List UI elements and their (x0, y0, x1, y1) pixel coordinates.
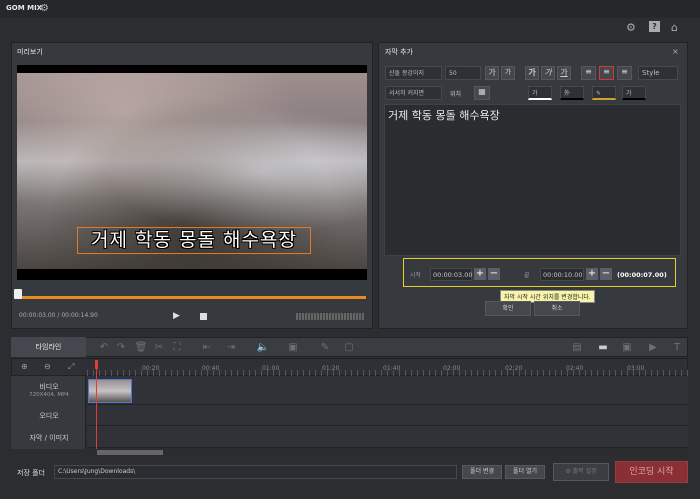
play-icon[interactable]: ▶ (173, 311, 180, 321)
start-time-input[interactable]: 00:00:03.00 (430, 268, 473, 281)
tab-timeline[interactable]: 타임라인 (11, 337, 86, 357)
underline-button[interactable]: 가 (557, 66, 571, 80)
subtitle-add-icon[interactable]: T (670, 342, 684, 354)
ruler-label: 03:00 (627, 365, 645, 372)
video-clip[interactable] (88, 379, 132, 403)
ruler-label: 02:00 (443, 365, 461, 372)
audio-lane[interactable] (87, 405, 688, 426)
stop-icon[interactable] (200, 313, 207, 320)
edit-icon[interactable]: ✎ (318, 342, 332, 354)
ruler-label: 01:20 (322, 365, 340, 372)
volume-slider[interactable] (296, 313, 364, 320)
video-lane[interactable] (87, 376, 688, 405)
crop-icon[interactable]: ⛶ (170, 342, 184, 354)
duration-display: (00:00:07.00) (617, 271, 667, 279)
outline-color-select[interactable]: 外 (560, 86, 584, 100)
folder-add-icon[interactable]: ▤ (570, 342, 584, 354)
change-folder-button[interactable]: 폴더 변경 (462, 465, 502, 479)
redo-icon[interactable]: ↷ (114, 342, 128, 354)
seek-knob[interactable] (14, 289, 22, 299)
split-left-icon[interactable]: ⇤ (200, 342, 214, 354)
style-select[interactable]: Style (638, 66, 678, 80)
playhead-handle[interactable] (95, 360, 98, 369)
ruler-label: 01:40 (383, 365, 401, 372)
track-audio-label: 오디오 (39, 412, 59, 420)
subtitle-overlay[interactable]: 거제 학동 몽돌 해수욕장 (77, 227, 311, 254)
subtitle-text: 거제 학동 몽돌 해수욕장 (388, 109, 500, 122)
video-add-icon[interactable]: ▶ (646, 342, 660, 354)
track-subtitle-label: 자막 / 이미지 (29, 434, 69, 442)
open-folder-button[interactable]: 폴더 열기 (505, 465, 545, 479)
title-bar (0, 0, 700, 18)
highlight-color-select[interactable]: ✎ (592, 86, 616, 100)
ruler-label: 00:20 (142, 365, 160, 372)
end-minus-button[interactable]: − (600, 268, 612, 280)
output-settings-button[interactable]: ⚙ 출력 설정 (553, 463, 609, 481)
app-logo: GOM MIX (6, 4, 43, 12)
text-color-select[interactable]: 가 (528, 86, 552, 100)
cancel-button[interactable]: 취소 (534, 301, 580, 316)
subtitle-lane[interactable] (87, 426, 688, 448)
subtitle-panel-title: 자막 추가 (385, 48, 413, 56)
home-icon[interactable]: ⌂ (671, 21, 678, 35)
folder-open-icon[interactable]: ▬ (596, 342, 610, 354)
align-left-button[interactable]: ≡ (581, 66, 596, 80)
delete-icon[interactable]: 🗑 (134, 342, 148, 354)
italic-button[interactable]: 가 (541, 66, 555, 80)
image-icon[interactable]: ▣ (286, 342, 300, 354)
end-time-input[interactable]: 00:00:10.00 (540, 268, 584, 281)
preview-title: 미리보기 (17, 48, 43, 56)
end-plus-button[interactable]: + (586, 268, 598, 280)
position-label: 위치 (450, 91, 462, 98)
time-display: 00:00:03.00 / 00:00:14.90 (19, 312, 98, 319)
position-grid-icon[interactable]: ▦ (474, 86, 490, 100)
close-icon[interactable]: × (672, 47, 679, 56)
seek-progress (17, 296, 366, 299)
undo-icon[interactable]: ↶ (97, 342, 111, 354)
split-right-icon[interactable]: ⇥ (224, 342, 238, 354)
font-shrink-button[interactable]: 가 (501, 66, 515, 80)
ruler-label: 02:20 (505, 365, 523, 372)
subtitle-text-area[interactable]: 거제 학동 몽돌 해수욕장 (384, 104, 681, 256)
output-settings-gear-icon: ⚙ (565, 468, 573, 475)
shadow-color-select[interactable]: 가 (622, 86, 646, 100)
settings-gear-icon[interactable]: ⚙ (40, 3, 49, 14)
zoom-out-icon[interactable]: ⊖ (44, 362, 51, 371)
end-label: 끝 (524, 272, 530, 279)
video-preview[interactable]: 거제 학동 몽돌 해수욕장 (17, 65, 367, 280)
align-center-button[interactable]: ≡ (599, 66, 614, 80)
save-icon[interactable]: ▣ (620, 342, 634, 354)
font-grow-button[interactable]: 가 (485, 66, 499, 80)
confirm-button[interactable]: 확인 (485, 301, 531, 316)
cut-icon[interactable]: ✂ (152, 342, 166, 354)
mute-icon[interactable]: 🔈 (256, 342, 270, 354)
align-right-button[interactable]: ≡ (617, 66, 632, 80)
start-label: 시작 (410, 272, 422, 279)
timeline-scrollbar[interactable] (87, 449, 688, 456)
frame-icon[interactable]: ▢ (342, 342, 356, 354)
video-frame: 거제 학동 몽돌 해수욕장 (17, 73, 367, 269)
start-minus-button[interactable]: − (488, 268, 500, 280)
output-settings-label: 출력 설정 (572, 468, 597, 475)
font-size-select[interactable]: 50 (445, 66, 481, 80)
effect-select[interactable]: 서서히 커지면 (385, 86, 442, 100)
fit-icon[interactable]: ⤢ (68, 362, 74, 372)
ruler-label: 00:40 (202, 365, 220, 372)
timeline-scroll-thumb[interactable] (97, 450, 163, 455)
settings-icon[interactable]: ⚙ (626, 21, 636, 35)
zoom-in-icon[interactable]: ⊕ (21, 362, 28, 371)
ruler-label: 02:40 (566, 365, 584, 372)
start-plus-button[interactable]: + (474, 268, 486, 280)
playhead-line (96, 369, 97, 455)
encode-start-button[interactable]: 인코딩 시작 (615, 461, 688, 483)
bold-button[interactable]: 가 (525, 66, 539, 80)
font-select[interactable]: 산돌 몽강이지 (385, 66, 442, 80)
ruler-label: 01:00 (262, 365, 280, 372)
save-folder-label: 저장 폴더 (17, 469, 45, 477)
help-icon[interactable]: ? (649, 21, 660, 32)
track-video-label: 비디오 (39, 383, 59, 391)
save-path-field[interactable]: C:\Users\Jung\Downloads\ (54, 465, 457, 479)
track-video-info: 720X404, MP4 (29, 392, 69, 398)
